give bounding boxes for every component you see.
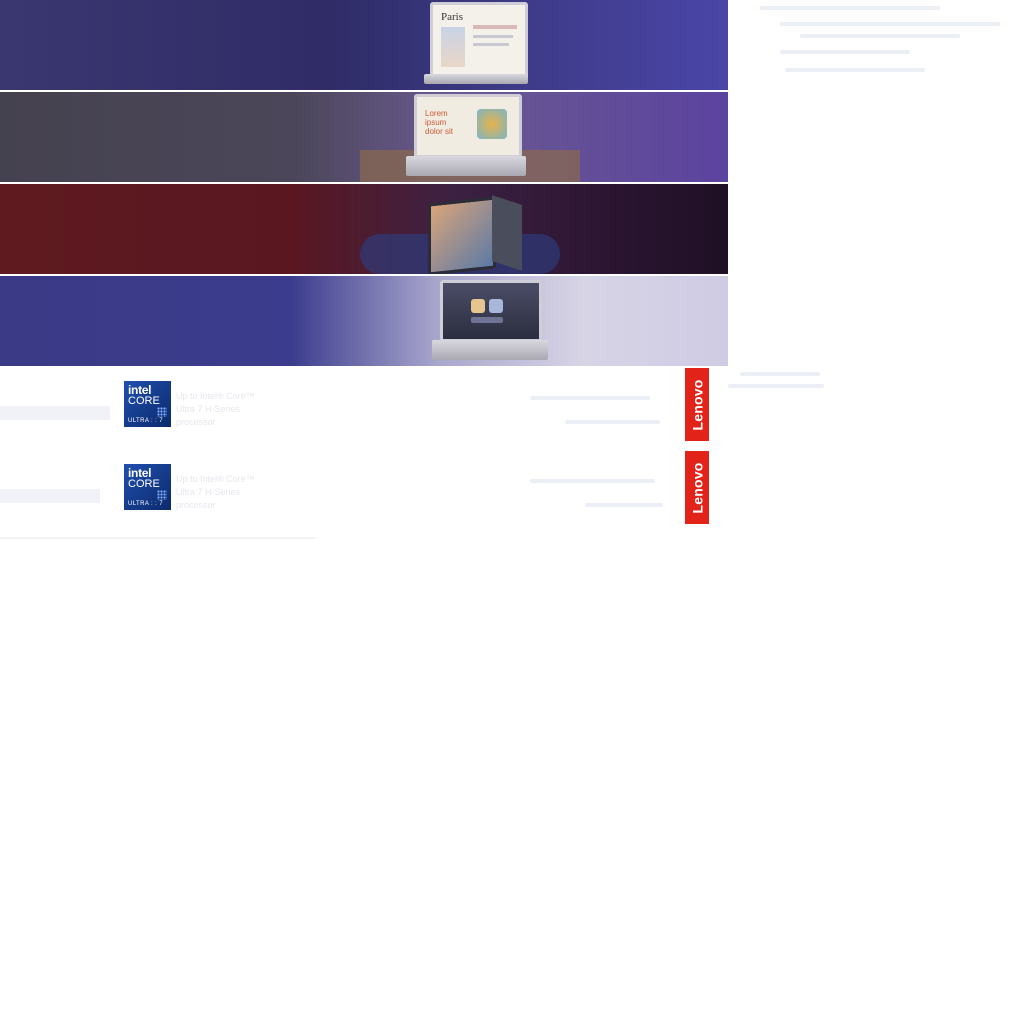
laptop-screen (440, 280, 542, 342)
tent-screen (428, 196, 496, 274)
ghost-line (780, 50, 910, 54)
text-line (473, 35, 513, 38)
intel-banner-1[interactable]: intel CORE ULTRA : : 7 Up to Intel® Core… (0, 368, 728, 444)
laptop-base (406, 156, 526, 176)
ghost-line (530, 479, 655, 483)
intel-core-ultra-badge: intel CORE ULTRA : : 7 (124, 464, 171, 510)
ad-banner-4[interactable] (0, 276, 728, 366)
ghost-line (585, 503, 663, 507)
tower-photo (441, 27, 465, 67)
ultra-line: ULTRA : : 7 (128, 501, 163, 507)
faint-product-name (0, 406, 110, 420)
ad-banner-1[interactable]: Paris (0, 0, 728, 90)
lenovo-logo: Lenovo (685, 368, 709, 441)
ghost-line (760, 6, 940, 10)
laptop-image (430, 278, 550, 364)
laptop-base (424, 74, 528, 84)
lenovo-logo: Lenovo (685, 451, 709, 524)
ghost-line (740, 372, 820, 376)
text-line (473, 43, 509, 46)
ultra-line: ULTRA : : 7 (128, 418, 163, 424)
dots-pattern (157, 407, 167, 417)
illustration (477, 109, 507, 139)
app-tile (471, 317, 503, 323)
ghost-line (785, 68, 925, 72)
divider (0, 537, 316, 539)
processor-text: Up to Intel® Core™ Ultra 7 H-Series proc… (176, 391, 255, 427)
app-tile (489, 299, 503, 313)
laptop-screen: Lorem ipsum dolor sit (414, 94, 522, 158)
dots-pattern (157, 490, 167, 500)
intel-banner-2[interactable]: intel CORE ULTRA : : 7 Up to Intel® Core… (0, 451, 728, 527)
screen-heading: Lorem ipsum dolor sit (425, 109, 454, 136)
ghost-line (565, 420, 660, 424)
ghost-line (800, 34, 960, 38)
text-line (473, 25, 517, 29)
screen-heading: Paris (441, 11, 463, 23)
laptop-screen: Paris (430, 2, 528, 78)
faint-product-name (0, 489, 100, 503)
ad-banner-3[interactable] (0, 184, 728, 274)
intel-core-ultra-badge: intel CORE ULTRA : : 7 (124, 381, 171, 427)
app-tile (471, 299, 485, 313)
ghost-line (530, 396, 650, 400)
laptop-image: Lorem ipsum dolor sit (400, 94, 530, 180)
tent-back (492, 195, 522, 271)
processor-text: Up to Intel® Core™ Ultra 7 H-Series proc… (176, 474, 255, 510)
laptop-base (432, 340, 548, 360)
laptop-image: Paris (420, 0, 530, 88)
ghost-line (780, 22, 1000, 26)
ghost-line (728, 384, 824, 388)
core-word: CORE (128, 395, 160, 407)
core-word: CORE (128, 478, 160, 490)
ad-banner-2[interactable]: Lorem ipsum dolor sit (0, 92, 728, 182)
convertible-image (420, 186, 530, 274)
